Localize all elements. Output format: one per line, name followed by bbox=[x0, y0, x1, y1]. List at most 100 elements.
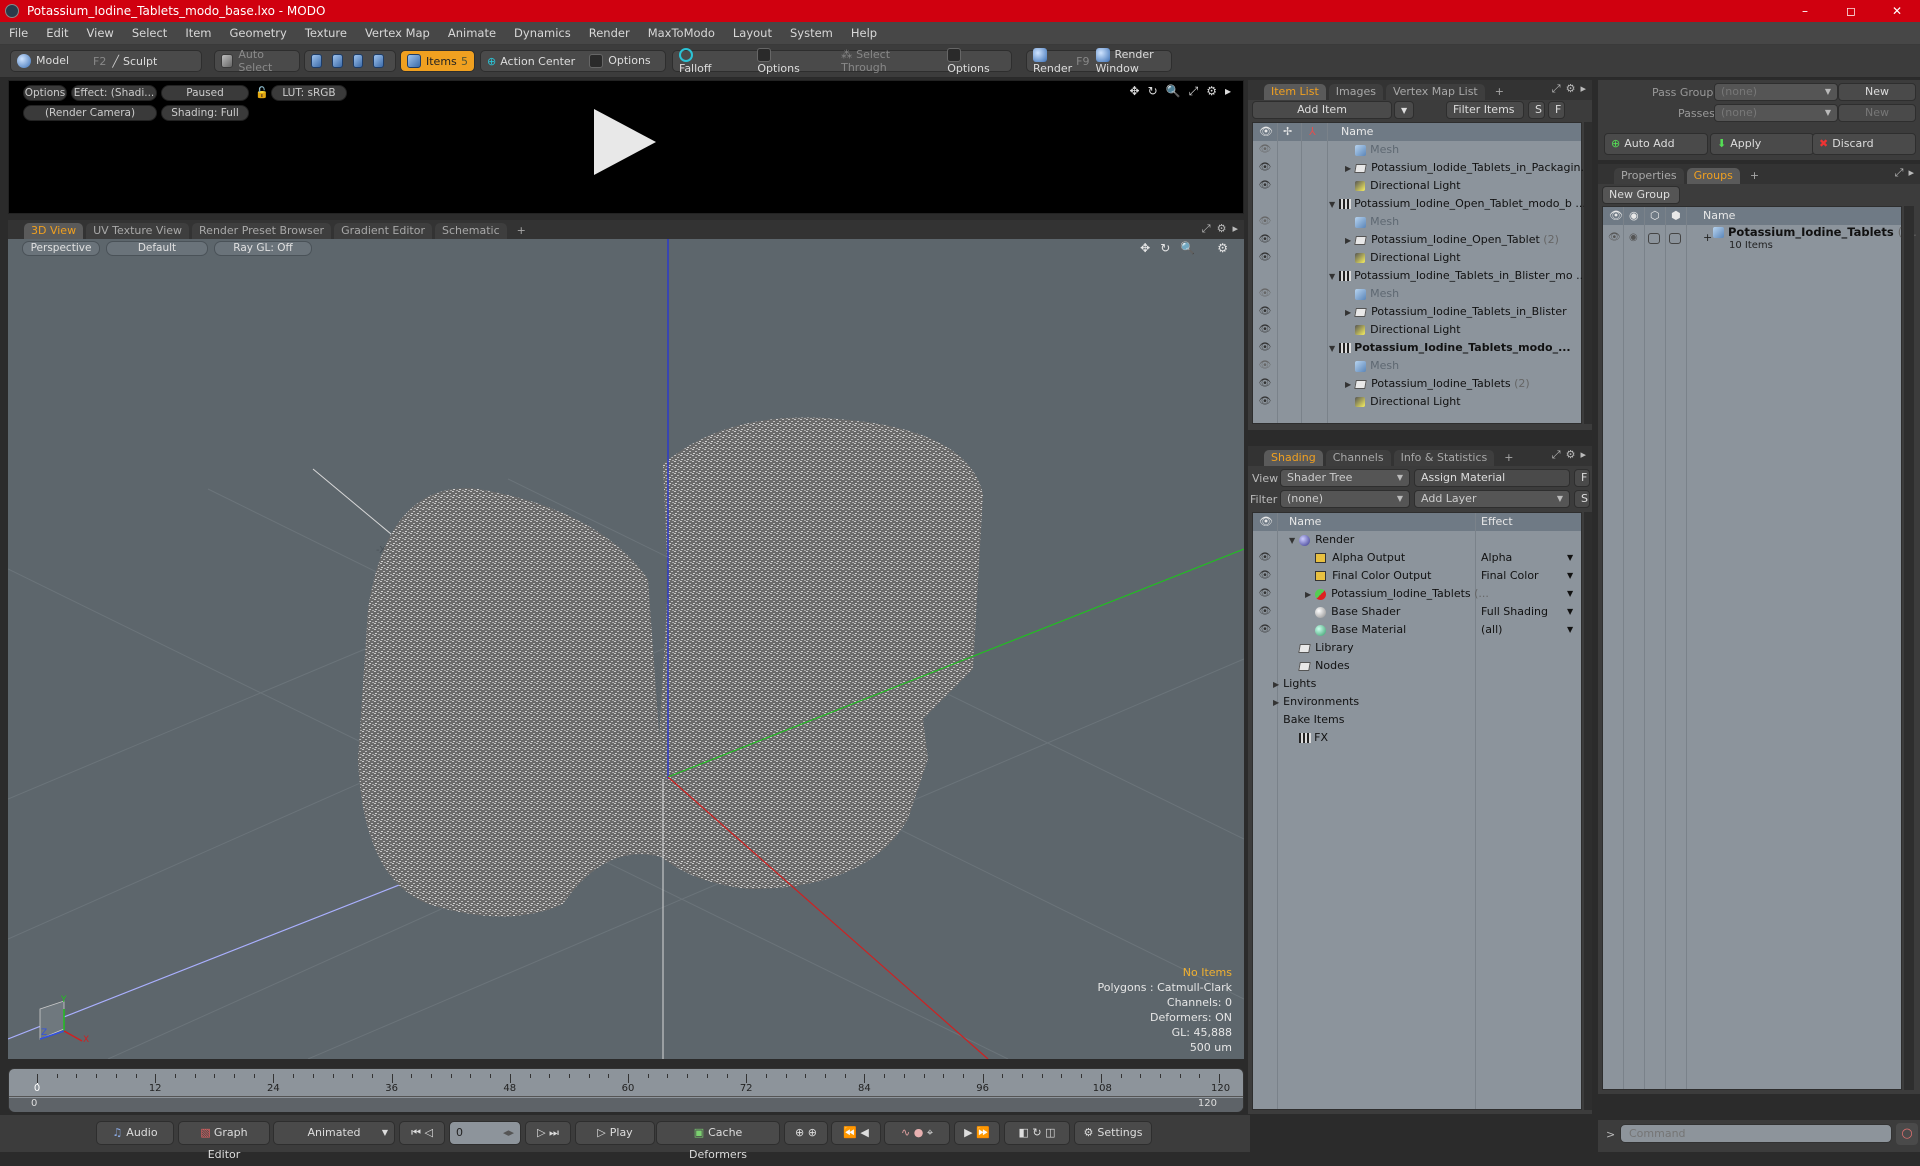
shader-tree-row[interactable]: 👁▶Alpha OutputAlpha▼ bbox=[1253, 549, 1581, 567]
visibility-eye-icon[interactable]: 👁 bbox=[1257, 231, 1273, 249]
filter-items-input[interactable]: Filter Items bbox=[1446, 101, 1524, 119]
gear-icon[interactable]: ⚙ bbox=[1206, 84, 1217, 99]
effect-dropdown[interactable]: Effect: (Shadi... bbox=[71, 85, 157, 101]
maximize-icon[interactable]: ⤢ bbox=[1552, 82, 1561, 96]
close-button[interactable]: ✕ bbox=[1874, 0, 1920, 22]
item-tree-row[interactable]: ▼ Potassium_Iodine_Tablets_in_Blister_mo … bbox=[1253, 267, 1587, 286]
animated-dropdown[interactable]: Animated ▼ bbox=[273, 1121, 395, 1145]
collapse-arrow-icon[interactable]: ▼ bbox=[1289, 532, 1295, 550]
default-style-dropdown[interactable]: Default bbox=[106, 241, 208, 256]
effect-dropdown-icon[interactable]: ▼ bbox=[1567, 567, 1573, 585]
maximize-button[interactable]: ◻ bbox=[1828, 0, 1874, 22]
item-tree-row[interactable]: 👁▶Mesh bbox=[1253, 213, 1581, 231]
graph-editor-button[interactable]: ▧ Graph Editor bbox=[178, 1121, 270, 1161]
expand-arrow-icon[interactable]: ▶ bbox=[1305, 586, 1311, 604]
visibility-eye-icon[interactable]: 👁 bbox=[1257, 285, 1273, 303]
collapse-arrow-icon[interactable]: ▼ bbox=[1329, 268, 1335, 286]
tablet-mesh-left[interactable] bbox=[358, 488, 668, 917]
new-pass-button[interactable]: New bbox=[1838, 104, 1916, 122]
tab-images[interactable]: Images bbox=[1328, 84, 1383, 100]
vertices-mode-icon[interactable] bbox=[311, 54, 322, 68]
tab-item-list[interactable]: Item List bbox=[1264, 84, 1326, 100]
tab-render-preset-browser[interactable]: Render Preset Browser bbox=[192, 223, 332, 239]
action-center-button[interactable]: ⊕ Action Center bbox=[487, 55, 575, 68]
add-tab-button[interactable]: + bbox=[1497, 450, 1520, 466]
filter-s-button[interactable]: S bbox=[1528, 101, 1545, 119]
item-list-scrollbar[interactable] bbox=[1584, 122, 1592, 424]
rotate-icon[interactable]: ↻ bbox=[1160, 241, 1170, 255]
tab-uv-texture-view[interactable]: UV Texture View bbox=[86, 223, 190, 239]
new-group-button[interactable]: New Group bbox=[1602, 186, 1680, 204]
tablet-mesh-right[interactable] bbox=[628, 417, 983, 889]
3d-viewport[interactable]: -X Y Z X Perspective Default Ray GL: Off… bbox=[8, 239, 1244, 1059]
curve-icon[interactable]: ∿ bbox=[901, 1126, 910, 1139]
arrow-right-icon[interactable]: ▸ bbox=[1580, 82, 1586, 96]
perspective-dropdown[interactable]: Perspective bbox=[22, 241, 100, 256]
filter-f-button[interactable]: F bbox=[1548, 101, 1565, 119]
add-tab-button[interactable]: + bbox=[510, 223, 533, 239]
timeline-ruler[interactable]: 0 12 24 36 48 60 72 84 96 108 120 bbox=[9, 1069, 1243, 1097]
polygons-mode-icon[interactable] bbox=[352, 54, 364, 68]
name-column-header[interactable]: Name bbox=[1289, 513, 1321, 531]
visibility-eye-icon[interactable]: 👁 bbox=[1257, 357, 1273, 375]
group-row[interactable]: 👁 ◉ + Potassium_Iodine_Tablets ( ... 10 … bbox=[1603, 225, 1917, 255]
item-tree-row[interactable]: 👁 ▼ Potassium_Iodine_Tablets_modo_... bbox=[1253, 339, 1581, 357]
menu-view[interactable]: View bbox=[78, 26, 123, 40]
visibility-eye-icon[interactable]: 👁 bbox=[1257, 177, 1273, 195]
lock-toggle[interactable] bbox=[1648, 233, 1660, 244]
visibility-eye-icon[interactable]: 👁 bbox=[1257, 375, 1273, 393]
command-input[interactable] bbox=[1620, 1124, 1892, 1143]
item-tree-row[interactable]: 👁▶Directional Light bbox=[1253, 321, 1581, 339]
tab-shading[interactable]: Shading bbox=[1264, 450, 1323, 466]
paused-button[interactable]: Paused bbox=[161, 85, 249, 101]
tab-schematic[interactable]: Schematic bbox=[435, 223, 507, 239]
render-button[interactable]: Render bbox=[1033, 47, 1072, 75]
raygl-dropdown[interactable]: Ray GL: Off bbox=[214, 241, 312, 256]
tab-gradient-editor[interactable]: Gradient Editor bbox=[334, 223, 432, 239]
menu-vertex-map[interactable]: Vertex Map bbox=[356, 26, 439, 40]
action-center-options-button[interactable]: Options bbox=[589, 54, 651, 68]
audio-button[interactable]: ♫ Audio bbox=[96, 1121, 174, 1145]
item-tree-row[interactable]: 👁▶Mesh bbox=[1253, 141, 1581, 159]
arrow-right-icon[interactable]: ▸ bbox=[1908, 166, 1914, 180]
maximize-icon[interactable]: ⤢ bbox=[1189, 84, 1199, 99]
frame-input[interactable]: 0 ◂▸ bbox=[449, 1121, 521, 1145]
maximize-icon[interactable]: ⤢ bbox=[1202, 222, 1211, 236]
item-tree-row[interactable]: 👁 ▶ Potassium_Iodine_Tablets_in_Blister bbox=[1253, 303, 1581, 321]
expand-arrow-icon[interactable]: ▶ bbox=[1345, 304, 1351, 322]
item-tree-row[interactable]: 👁 ▶ Potassium_Iodide_Tablets_in_Packagin..… bbox=[1253, 159, 1591, 177]
apply-button[interactable]: ⬇ Apply bbox=[1710, 133, 1814, 155]
shader-tree-row[interactable]: ▶ Lights bbox=[1253, 675, 1581, 693]
tab-info-statistics[interactable]: Info & Statistics bbox=[1393, 450, 1495, 466]
expand-arrow-icon[interactable]: ▶ bbox=[1345, 376, 1351, 394]
auto-select-button[interactable]: Auto Select bbox=[214, 48, 300, 74]
prev-key2-icon[interactable]: ◀ bbox=[860, 1126, 868, 1139]
zoom-icon[interactable]: 🔍 bbox=[1166, 84, 1181, 99]
minimize-button[interactable]: – bbox=[1782, 0, 1828, 22]
maximize-icon[interactable]: ⤢ bbox=[1895, 166, 1904, 180]
name-column-header[interactable]: Name bbox=[1341, 123, 1373, 141]
visibility-eye-icon[interactable]: 👁 bbox=[1257, 159, 1273, 177]
effect-column-header[interactable]: Effect bbox=[1481, 513, 1513, 531]
visibility-eye-icon[interactable]: 👁 bbox=[1257, 213, 1273, 231]
item-tree-row[interactable]: ▼ Potassium_Iodine_Open_Tablet_modo_b ... bbox=[1253, 195, 1586, 213]
shader-tree-row[interactable]: ▶Nodes bbox=[1253, 657, 1581, 675]
camera-key-icon[interactable]: ◧ bbox=[1018, 1126, 1028, 1139]
collapse-arrow-icon[interactable]: ▼ bbox=[1329, 340, 1335, 358]
go-start-icon[interactable]: ⏮ bbox=[411, 1126, 421, 1139]
item-tree-row[interactable]: 👁▶Directional Light bbox=[1253, 249, 1581, 267]
gear-icon[interactable]: ⚙ bbox=[1217, 241, 1228, 255]
auto-key-icon[interactable]: ⌖ bbox=[927, 1126, 933, 1139]
visibility-eye-icon[interactable]: 👁 bbox=[1257, 585, 1273, 603]
layer-icon[interactable]: ◫ bbox=[1045, 1126, 1055, 1139]
next-key2-icon[interactable]: ⏩ bbox=[976, 1126, 990, 1139]
tab-channels[interactable]: Channels bbox=[1325, 450, 1391, 466]
visibility-eye-icon[interactable]: 👁 bbox=[1257, 339, 1273, 357]
filter-dropdown[interactable]: (none) bbox=[1280, 490, 1410, 508]
gear-icon[interactable]: ⚙ bbox=[1566, 448, 1576, 462]
groups-scrollbar[interactable] bbox=[1904, 206, 1914, 1090]
record-macro-icon[interactable]: ○ bbox=[1896, 1123, 1918, 1145]
lock-icon[interactable]: 🔓 bbox=[255, 86, 269, 99]
items-mode-button[interactable]: Items 5 bbox=[400, 50, 475, 72]
next-frame-icon[interactable]: ▷ bbox=[537, 1126, 545, 1139]
